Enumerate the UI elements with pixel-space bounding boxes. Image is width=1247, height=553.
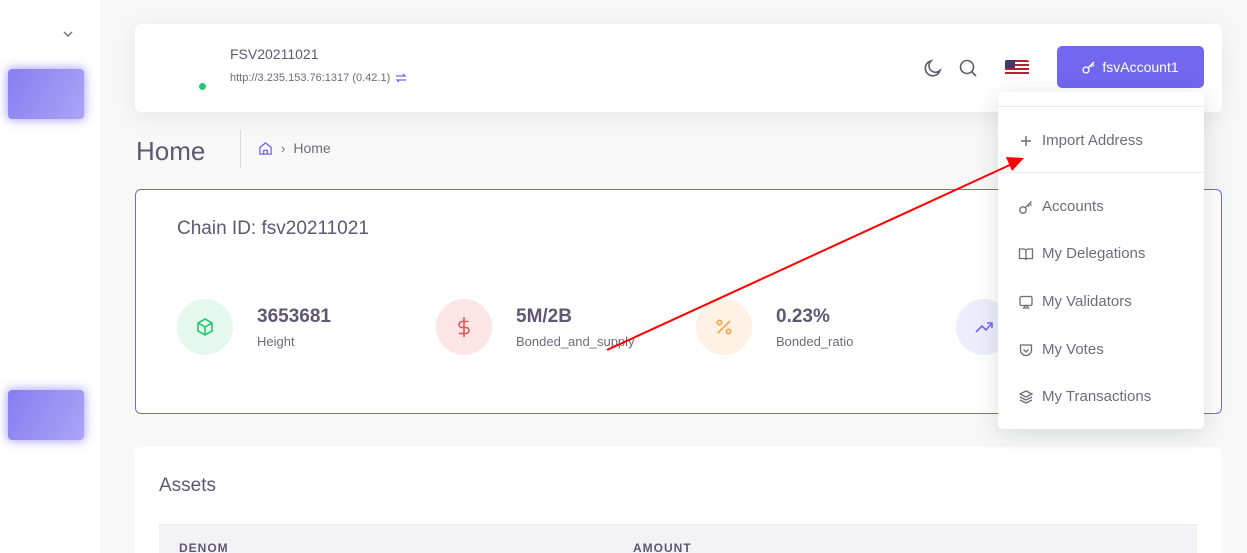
menu-item-label: My Delegations xyxy=(1042,245,1146,262)
menu-item-label: Import Address xyxy=(1042,132,1143,149)
column-header-denom[interactable]: DENOM xyxy=(179,541,229,553)
sidebar-nav-item-active[interactable] xyxy=(8,69,84,119)
search-icon[interactable] xyxy=(957,57,979,79)
breadcrumb-current: Home xyxy=(293,140,331,156)
key-icon xyxy=(1082,61,1095,74)
menu-item-label: Accounts xyxy=(1042,198,1104,215)
assets-card: Assets DENOM AMOUNT xyxy=(135,447,1222,553)
menu-item-label: My Votes xyxy=(1042,341,1104,358)
menu-item-my-validators[interactable]: My Validators xyxy=(1018,293,1132,310)
stat-height: 3653681 Height xyxy=(177,299,331,355)
chevron-down-icon[interactable] xyxy=(60,26,76,42)
stat-label: Bonded_and_supply xyxy=(516,333,635,349)
stat-value: 5M/2B xyxy=(516,305,572,327)
book-open-icon xyxy=(1018,247,1034,260)
assets-table-header: DENOM AMOUNT xyxy=(159,524,1197,553)
menu-item-my-delegations[interactable]: My Delegations xyxy=(1018,245,1145,262)
stat-value: 0.23% xyxy=(776,305,830,327)
stat-label: Height xyxy=(257,333,295,349)
plus-icon xyxy=(1021,135,1031,146)
menu-item-my-votes[interactable]: My Votes xyxy=(1018,341,1104,358)
key-icon xyxy=(1019,200,1032,214)
stat-label: Bonded_ratio xyxy=(776,333,854,349)
menu-item-accounts[interactable]: Accounts xyxy=(1018,198,1104,215)
moon-icon[interactable] xyxy=(922,57,944,79)
account-button[interactable]: fsvAccount1 xyxy=(1057,46,1204,88)
endpoint-url-text: http://3.235.153.76:1317 (0.42.1) xyxy=(230,72,391,84)
endpoint-url[interactable]: http://3.235.153.76:1317 (0.42.1) xyxy=(230,72,408,84)
percent-icon xyxy=(696,299,752,355)
stat-bonded-ratio: 0.23% Bonded_ratio xyxy=(696,299,853,355)
shield-check-icon xyxy=(1019,343,1033,356)
connection-status-dot xyxy=(199,83,206,90)
dollar-icon xyxy=(436,299,492,355)
switch-icon[interactable] xyxy=(394,72,408,84)
assets-title: Assets xyxy=(159,475,217,496)
sidebar xyxy=(0,0,100,553)
account-button-label: fsvAccount1 xyxy=(1102,59,1179,75)
sidebar-nav-item[interactable] xyxy=(8,390,84,440)
dropdown-divider xyxy=(998,172,1204,173)
home-icon[interactable] xyxy=(258,141,273,156)
dropdown-divider xyxy=(998,106,1204,107)
stat-value: 3653681 xyxy=(257,305,331,327)
breadcrumb: › Home xyxy=(258,140,331,156)
stat-bonded-supply: 5M/2B Bonded_and_supply xyxy=(436,299,635,355)
menu-item-import-address[interactable]: Import Address xyxy=(1018,132,1143,149)
us-flag-icon[interactable] xyxy=(1005,60,1029,76)
chevron-right-icon: › xyxy=(281,140,286,156)
box-icon xyxy=(177,299,233,355)
monitor-icon xyxy=(1019,295,1033,309)
menu-item-label: My Validators xyxy=(1042,293,1132,310)
menu-item-my-transactions[interactable]: My Transactions xyxy=(1018,388,1151,405)
chain-id: Chain ID: fsv20211021 xyxy=(177,218,369,239)
chain-name: FSV20211021 xyxy=(230,46,319,62)
breadcrumb-divider xyxy=(240,130,241,168)
layers-icon xyxy=(1018,389,1034,404)
page-title: Home xyxy=(136,136,206,166)
column-header-amount[interactable]: AMOUNT xyxy=(633,541,692,553)
menu-item-label: My Transactions xyxy=(1042,388,1152,405)
account-dropdown-menu: Import Address Accounts My Delegations M… xyxy=(998,92,1204,429)
